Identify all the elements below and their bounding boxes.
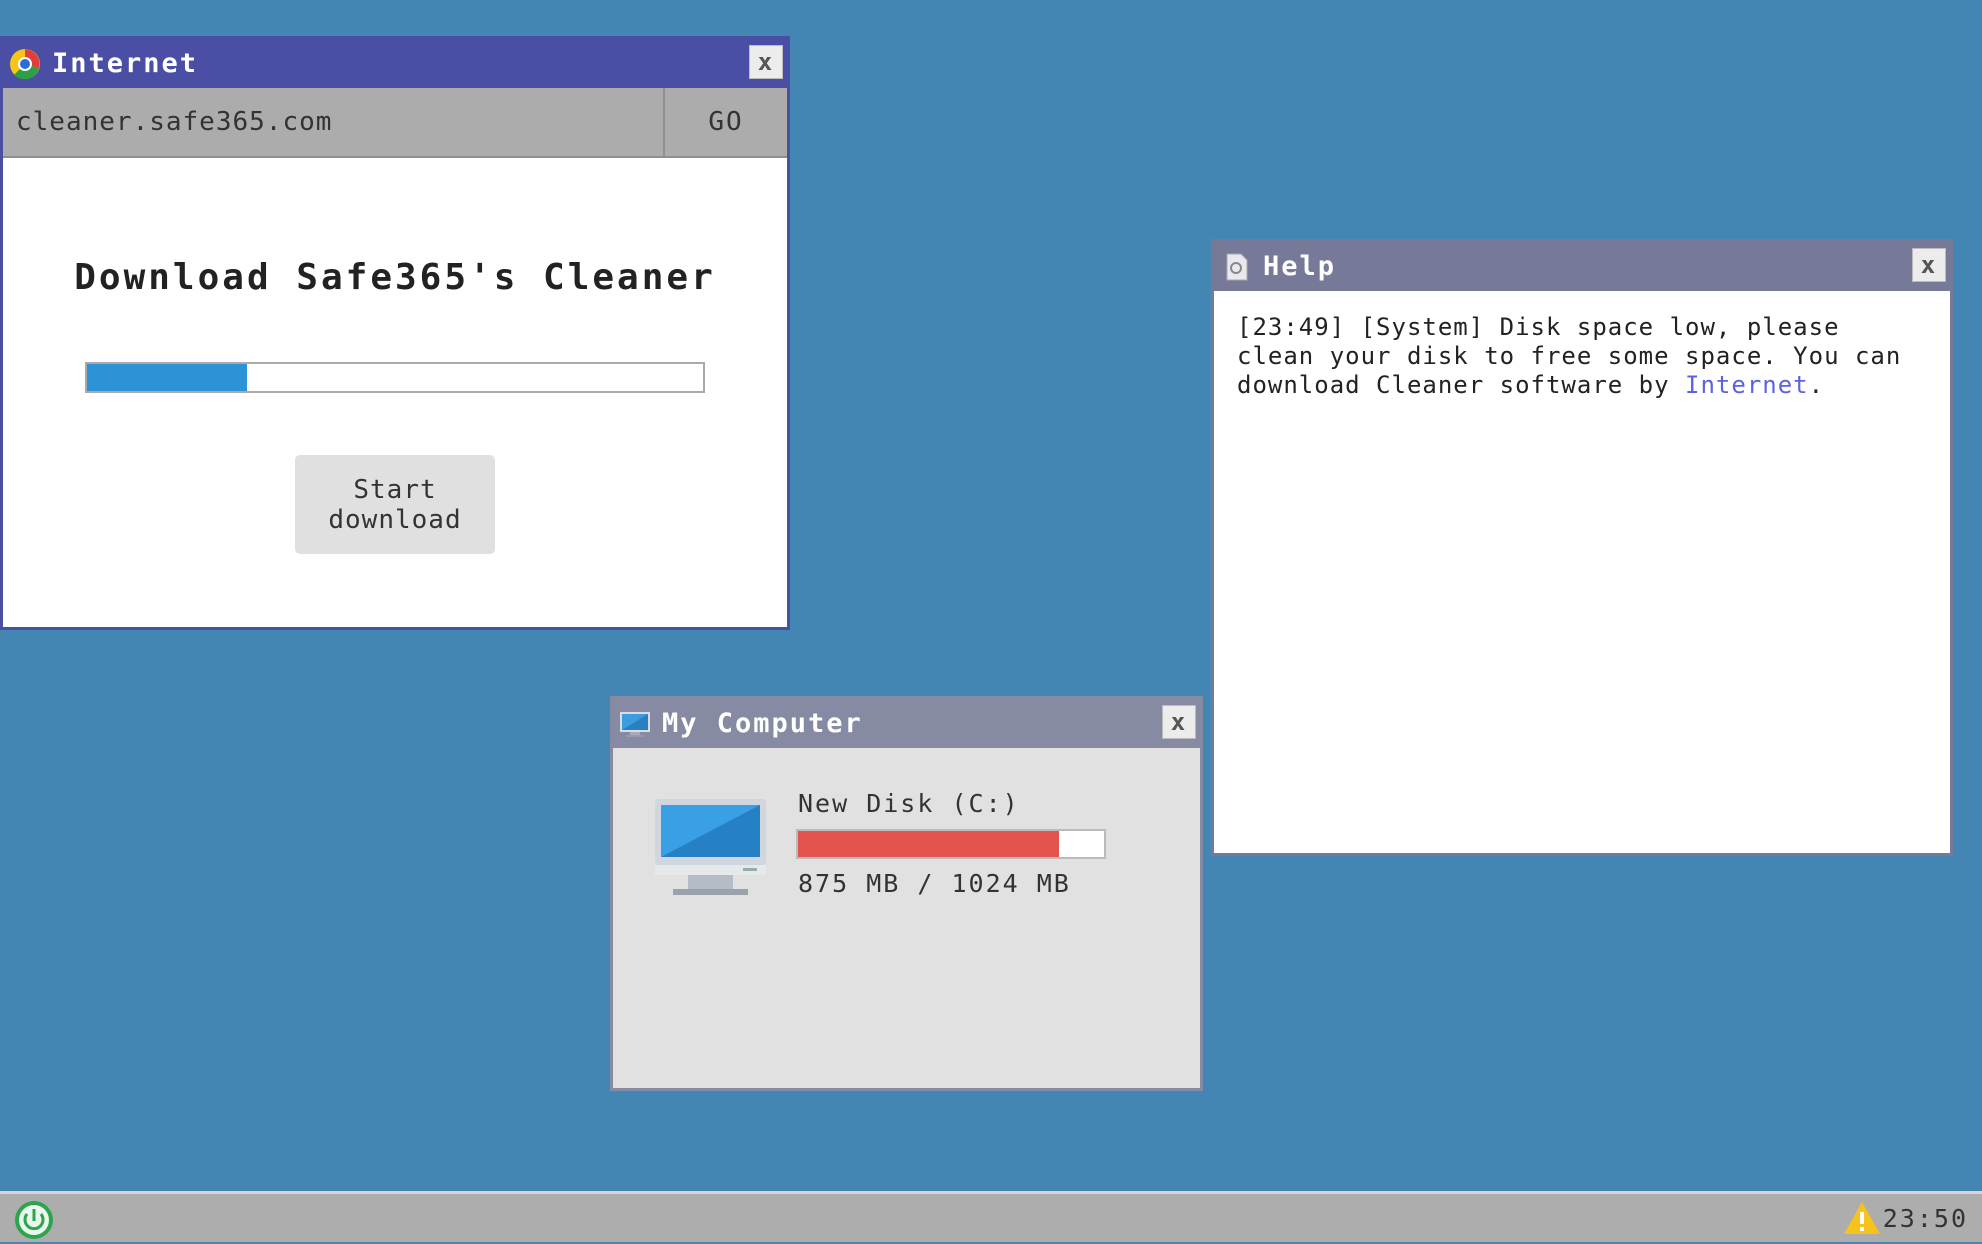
disk-usage-fill xyxy=(798,831,1060,857)
help-message-end: . xyxy=(1808,371,1825,399)
my-computer-window-title: My Computer xyxy=(662,708,863,739)
internet-link[interactable]: Internet xyxy=(1685,371,1809,399)
power-icon[interactable] xyxy=(14,1200,54,1240)
my-computer-window: My Computer x New Disk (C:) 875 MB / 102… xyxy=(610,696,1203,1091)
warning-icon[interactable] xyxy=(1842,1200,1882,1236)
internet-close-button[interactable]: x xyxy=(749,45,783,79)
disk-usage-text: 875 MB / 1024 MB xyxy=(798,869,1071,898)
document-icon xyxy=(1219,250,1253,284)
download-progress-fill xyxy=(87,364,248,391)
computer-icon xyxy=(618,707,652,741)
browser-logo-icon xyxy=(8,47,42,81)
internet-titlebar[interactable]: Internet x xyxy=(3,39,787,88)
my-computer-titlebar[interactable]: My Computer x xyxy=(613,699,1200,748)
disk-usage-bar xyxy=(796,829,1106,859)
help-message: [23:49] [System] Disk space low, please … xyxy=(1237,313,1920,400)
download-progress-bar xyxy=(85,362,705,393)
disk-label: New Disk (C:) xyxy=(798,789,1020,818)
help-titlebar[interactable]: Help x xyxy=(1214,242,1950,291)
url-input[interactable]: cleaner.safe365.com xyxy=(3,88,665,156)
help-window: Help x [23:49] [System] Disk space low, … xyxy=(1211,239,1953,856)
my-computer-close-button[interactable]: x xyxy=(1162,705,1196,739)
go-button[interactable]: GO xyxy=(665,88,787,156)
download-heading: Download Safe365's Cleaner xyxy=(74,257,716,298)
monitor-icon xyxy=(653,797,768,897)
taskbar-clock: 23:50 xyxy=(1882,1204,1968,1233)
help-close-button[interactable]: x xyxy=(1912,248,1946,282)
internet-window-title: Internet xyxy=(52,48,199,79)
address-bar: cleaner.safe365.com GO xyxy=(3,88,787,158)
help-window-title: Help xyxy=(1263,251,1337,282)
internet-window: Internet x cleaner.safe365.com GO Downlo… xyxy=(0,36,790,630)
start-download-button[interactable]: Start download xyxy=(295,455,495,554)
taskbar: 23:50 xyxy=(0,1191,1982,1242)
